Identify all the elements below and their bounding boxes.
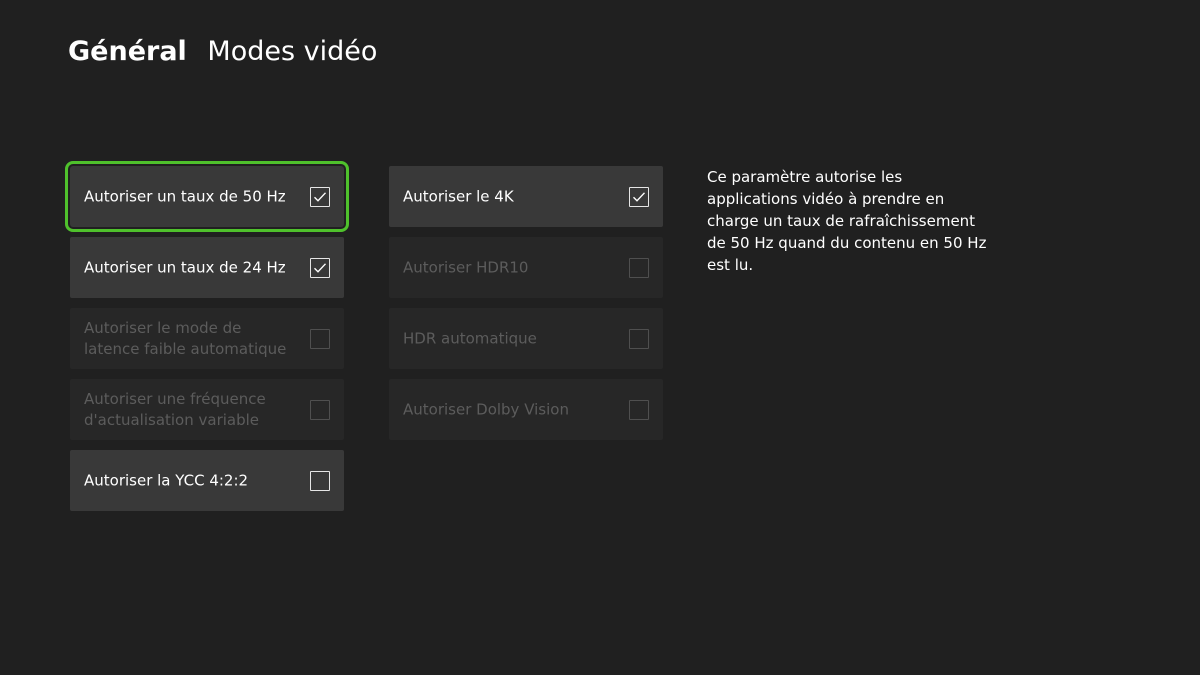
checkmark-icon xyxy=(314,262,327,273)
option-label: Autoriser un taux de 24 Hz xyxy=(84,258,286,276)
checkbox[interactable] xyxy=(629,328,649,349)
option-description: Ce paramètre autorise les applications v… xyxy=(707,168,987,274)
option-label: Autoriser la YCC 4:2:2 xyxy=(84,471,249,489)
option-label: HDR automatique xyxy=(403,329,537,347)
checkbox[interactable] xyxy=(310,257,330,278)
option-label: Autoriser un taux de 50 Hz xyxy=(84,187,286,205)
checkbox[interactable] xyxy=(629,257,649,278)
checkbox[interactable] xyxy=(629,399,649,420)
allow-hdr10-option[interactable]: Autoriser HDR10 xyxy=(389,237,663,298)
allow-4k-option[interactable]: Autoriser le 4K xyxy=(389,166,663,227)
checkmark-icon xyxy=(314,191,327,202)
option-label: Autoriser Dolby Vision xyxy=(403,400,569,418)
page-header: Général Modes vidéo xyxy=(68,36,377,67)
checkbox[interactable] xyxy=(629,186,649,207)
option-label: Autoriser le mode de latence faible auto… xyxy=(84,318,287,358)
allow-dolby-vision-option[interactable]: Autoriser Dolby Vision xyxy=(389,379,663,440)
allow-24hz-option[interactable]: Autoriser un taux de 24 Hz xyxy=(70,237,344,298)
checkbox[interactable] xyxy=(310,399,330,420)
page-title: Modes vidéo xyxy=(207,36,378,67)
option-label: Autoriser le 4K xyxy=(403,187,514,205)
option-label: Autoriser HDR10 xyxy=(403,258,529,276)
checkbox[interactable] xyxy=(310,328,330,349)
checkbox[interactable] xyxy=(310,470,330,491)
allow-variable-refresh-rate-option[interactable]: Autoriser une fréquence d'actualisation … xyxy=(70,379,344,440)
checkbox[interactable] xyxy=(310,186,330,207)
allow-auto-low-latency-option[interactable]: Autoriser le mode de latence faible auto… xyxy=(70,308,344,369)
section-title: Général xyxy=(68,36,187,67)
option-label: Autoriser une fréquence d'actualisation … xyxy=(84,389,266,429)
checkmark-icon xyxy=(633,191,646,202)
allow-50hz-option[interactable]: Autoriser un taux de 50 Hz xyxy=(65,161,349,232)
auto-hdr-option[interactable]: HDR automatique xyxy=(389,308,663,369)
allow-ycc-422-option[interactable]: Autoriser la YCC 4:2:2 xyxy=(70,450,344,511)
